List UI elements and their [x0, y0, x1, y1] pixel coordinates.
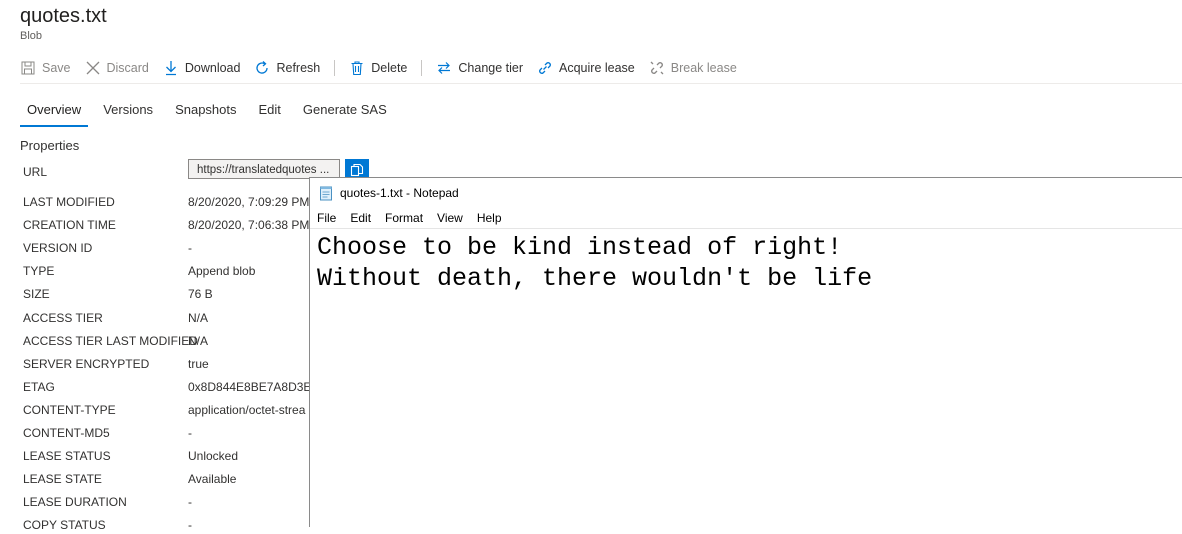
property-row: LAST MODIFIED 8/20/2020, 7:09:29 PM — [23, 193, 309, 211]
discard-button[interactable]: Discard — [85, 60, 149, 76]
property-value: - — [188, 426, 192, 440]
discard-label: Discard — [106, 61, 149, 75]
property-row: ACCESS TIER LAST MODIFIED N/A — [23, 332, 208, 350]
refresh-icon — [256, 61, 269, 74]
notepad-window[interactable]: quotes-1.txt - Notepad File Edit Format … — [309, 177, 1182, 527]
property-key: LEASE STATUS — [23, 449, 111, 464]
property-row-url: URL — [23, 163, 188, 181]
break-lease-label: Break lease — [670, 61, 737, 75]
property-value: Available — [188, 472, 237, 487]
property-value: - — [188, 518, 192, 533]
acquire-lease-label: Acquire lease — [559, 61, 635, 75]
refresh-label: Refresh — [276, 61, 321, 75]
delete-label: Delete — [371, 61, 408, 75]
tab-edit[interactable]: Edit — [252, 96, 288, 127]
refresh-button[interactable]: Refresh — [254, 60, 320, 76]
page-title: quotes.txt — [20, 5, 107, 27]
swap-icon — [438, 62, 451, 74]
properties-heading: Properties — [20, 138, 80, 153]
property-row: ACCESS TIER N/A — [23, 309, 208, 327]
save-button[interactable]: Save — [20, 60, 71, 76]
property-key: LEASE DURATION — [23, 495, 127, 510]
property-row: TYPE Append blob — [23, 262, 255, 280]
command-bar: Save Discard Download Refresh Delete Cha… — [20, 56, 751, 80]
url-field[interactable]: https://translatedquotes ... — [188, 159, 340, 179]
break-lease-button[interactable]: Break lease — [649, 60, 737, 76]
save-label: Save — [42, 61, 71, 75]
download-label: Download — [184, 61, 241, 75]
property-key: COPY STATUS — [23, 518, 106, 533]
property-key: CREATION TIME — [23, 218, 116, 233]
property-value: N/A — [188, 333, 209, 348]
tab-generate-sas[interactable]: Generate SAS — [296, 96, 394, 127]
text-line: Choose to be kind instead of right! — [317, 233, 843, 262]
header-divider — [20, 83, 1182, 84]
property-value: - — [188, 495, 192, 510]
property-key: LEASE STATE — [23, 472, 102, 487]
tab-snapshots[interactable]: Snapshots — [168, 96, 243, 127]
property-value: 8/20/2020, 7:06:38 PM — [188, 218, 310, 233]
save-icon — [21, 61, 35, 75]
notepad-menubar: File Edit Format View Help — [310, 208, 1182, 229]
menu-format[interactable]: Format — [385, 211, 423, 225]
change-tier-label: Change tier — [458, 61, 524, 75]
menu-help[interactable]: Help — [477, 211, 502, 225]
menu-view[interactable]: View — [437, 211, 463, 225]
property-key: VERSION ID — [23, 241, 93, 256]
property-value: 8/20/2020, 7:09:29 PM — [188, 195, 310, 209]
property-key: CONTENT-TYPE — [23, 402, 116, 417]
text-line: Without death, there wouldn't be life — [317, 264, 873, 293]
toolbar-separator — [421, 60, 423, 76]
download-button[interactable]: Download — [163, 60, 241, 76]
property-key: ACCESS TIER LAST MODIFIED — [23, 333, 198, 348]
property-value: 76 B — [188, 287, 213, 302]
property-value: 0x8D844E8BE7A8D3E — [188, 379, 312, 394]
close-icon — [86, 61, 99, 75]
property-value: Append blob — [188, 264, 256, 279]
property-row: CONTENT-MD5 - — [23, 424, 192, 442]
property-key: SERVER ENCRYPTED — [23, 356, 150, 371]
property-value: Unlocked — [188, 449, 239, 464]
tab-bar: Overview Versions Snapshots Edit Generat… — [20, 96, 402, 127]
property-key: URL — [23, 165, 48, 179]
property-key: CONTENT-MD5 — [23, 426, 110, 440]
property-row: COPY STATUS - — [23, 516, 192, 534]
toolbar-separator — [334, 60, 336, 76]
page-subtitle: Blob — [20, 30, 43, 42]
property-row: LEASE STATE Available — [23, 470, 236, 488]
property-row: LEASE DURATION - — [23, 493, 192, 511]
broken-link-icon — [650, 61, 664, 75]
property-row: SERVER ENCRYPTED true — [23, 355, 209, 373]
property-row: CREATION TIME 8/20/2020, 7:06:38 PM — [23, 216, 309, 234]
change-tier-button[interactable]: Change tier — [436, 60, 523, 76]
copy-icon — [350, 163, 364, 177]
tab-versions[interactable]: Versions — [96, 96, 160, 127]
acquire-lease-button[interactable]: Acquire lease — [537, 60, 635, 76]
property-row: CONTENT-TYPE application/octet-strea — [23, 401, 305, 419]
link-icon — [539, 62, 551, 74]
property-key: ETAG — [23, 379, 55, 394]
property-value: application/octet-strea — [188, 402, 306, 417]
property-value: - — [188, 241, 192, 256]
property-key: LAST MODIFIED — [23, 195, 115, 209]
property-row: VERSION ID - — [23, 239, 192, 257]
notepad-icon — [320, 186, 332, 201]
property-row: SIZE 76 B — [23, 285, 213, 303]
property-row: LEASE STATUS Unlocked — [23, 447, 238, 465]
property-row: ETAG 0x8D844E8BE7A8D3E — [23, 378, 311, 396]
tab-overview[interactable]: Overview — [20, 96, 89, 127]
notepad-title: quotes-1.txt - Notepad — [340, 186, 459, 200]
property-key: TYPE — [23, 264, 55, 279]
notepad-text-area[interactable]: Choose to be kind instead of right! Witho… — [310, 229, 1182, 294]
delete-button[interactable]: Delete — [349, 60, 407, 76]
trash-icon — [351, 61, 363, 76]
property-key: ACCESS TIER — [23, 310, 103, 325]
property-key: SIZE — [23, 287, 50, 302]
property-value: true — [188, 356, 209, 371]
menu-file[interactable]: File — [317, 211, 336, 225]
download-icon — [165, 61, 176, 76]
property-value: N/A — [188, 310, 209, 325]
notepad-titlebar[interactable]: quotes-1.txt - Notepad — [310, 178, 1182, 208]
menu-edit[interactable]: Edit — [350, 211, 371, 225]
